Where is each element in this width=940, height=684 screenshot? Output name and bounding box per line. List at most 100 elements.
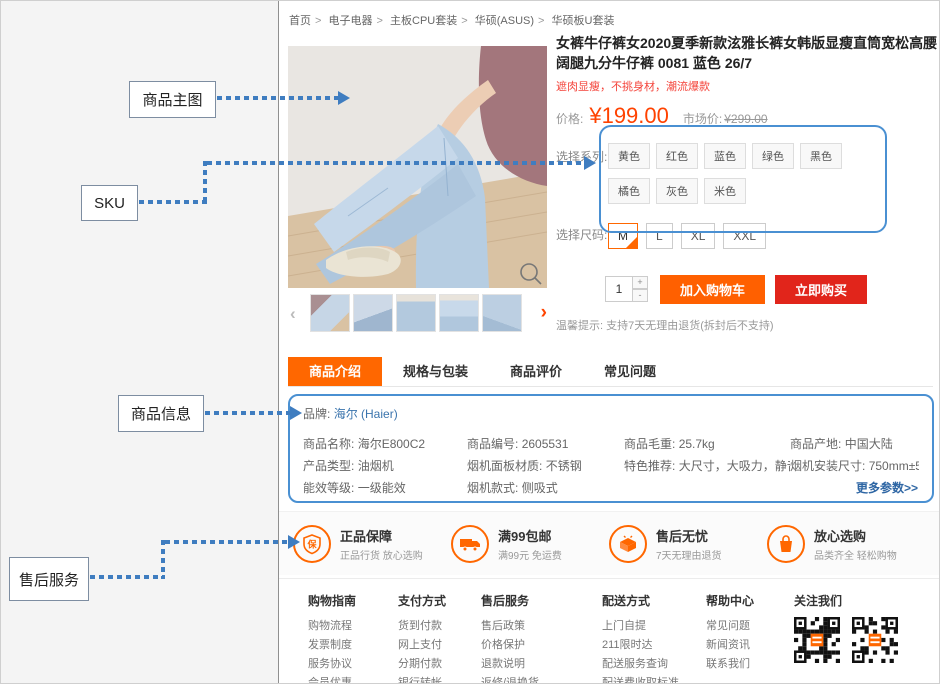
price-label: 价格:	[556, 110, 583, 127]
footer-column-title: 支付方式	[398, 592, 481, 609]
footer-link[interactable]: 会员优惠	[308, 674, 398, 684]
brand-link[interactable]: 海尔 (Haier)	[334, 407, 398, 421]
breadcrumb-item[interactable]: 电子电器	[329, 15, 373, 27]
footer-link[interactable]: 新闻资讯	[706, 636, 794, 655]
footer-link[interactable]: 银行转帐	[398, 674, 481, 684]
footer-column: 售后服务 售后政策价格保护退款说明返修/退换货取消订单	[481, 592, 602, 683]
thumbnail[interactable]	[482, 294, 522, 332]
thumbs-prev-icon[interactable]: ‹	[290, 304, 296, 324]
service-item: 售后无忧7天无理由退货	[609, 525, 767, 563]
series-label: 选择系列:	[556, 143, 608, 204]
quantity-increase-button[interactable]: +	[633, 276, 648, 289]
footer-link[interactable]: 退款说明	[481, 655, 602, 674]
thumbnail[interactable]	[396, 294, 436, 332]
footer-link[interactable]: 联系我们	[706, 655, 794, 674]
warm-tips: 温馨提示: 支持7天无理由退货(拆封后不支持)	[556, 317, 938, 333]
svg-text:保: 保	[306, 538, 317, 549]
footer-link[interactable]: 发票制度	[308, 636, 398, 655]
series-swatch[interactable]: 灰色	[656, 178, 698, 204]
footer-column-title: 配送方式	[602, 592, 706, 609]
breadcrumb-item[interactable]: 华硕板U套装	[552, 15, 615, 27]
breadcrumb-item[interactable]: 首页	[289, 15, 311, 27]
zoom-icon[interactable]	[526, 267, 544, 285]
buy-row: + - 加入购物车 立即购买	[605, 275, 938, 304]
thumbnail[interactable]	[439, 294, 479, 332]
truck-icon	[451, 525, 489, 563]
spec-item: 特色推荐: 大尺寸，大吸力，静音...	[624, 457, 790, 474]
breadcrumb-separator: >	[315, 15, 321, 27]
bag-icon	[767, 525, 805, 563]
size-option[interactable]: M	[608, 223, 638, 249]
qr-code	[794, 617, 840, 663]
model-photo-illustration	[288, 46, 547, 288]
footer-follow-column: 关注我们	[794, 592, 898, 683]
annotation-main-image: 商品主图	[129, 81, 216, 118]
thumbnail[interactable]	[310, 294, 350, 332]
box-icon	[609, 525, 647, 563]
series-swatch[interactable]: 绿色	[752, 143, 794, 169]
size-option[interactable]: XXL	[723, 223, 766, 249]
footer-column-title: 帮助中心	[706, 592, 794, 609]
qr-code	[852, 617, 898, 663]
service-item: 保 正品保障正品行货 放心选购	[293, 525, 451, 563]
series-swatch[interactable]: 红色	[656, 143, 698, 169]
price-value: ¥199.00	[589, 103, 669, 129]
footer-column: 帮助中心 常见问题新闻资讯联系我们	[706, 592, 794, 683]
market-price-value: ¥299.00	[724, 112, 767, 126]
footer-link[interactable]: 配送服务查询	[602, 655, 706, 674]
product-details: 女裤牛仔裤女2020夏季新款泫雅长裤女韩版显瘦直筒宽松高腰阔腿九分牛仔裤 008…	[556, 33, 938, 333]
footer-link[interactable]: 货到付款	[398, 617, 481, 636]
product-main-image[interactable]	[288, 46, 547, 288]
footer-link[interactable]: 服务协议	[308, 655, 398, 674]
footer-link[interactable]: 返修/退换货	[481, 674, 602, 684]
footer-link[interactable]: 211限时达	[602, 636, 706, 655]
detail-tab[interactable]: 常见问题	[583, 357, 677, 386]
footer-link[interactable]: 配送费收取标准	[602, 674, 706, 684]
series-swatch[interactable]: 蓝色	[704, 143, 746, 169]
footer-column-title: 售后服务	[481, 592, 602, 609]
breadcrumb-item[interactable]: 华硕(ASUS)	[475, 15, 534, 27]
footer-link[interactable]: 常见问题	[706, 617, 794, 636]
footer-link[interactable]: 价格保护	[481, 636, 602, 655]
detail-tab[interactable]: 商品介绍	[288, 357, 382, 386]
detail-tab[interactable]: 商品评价	[489, 357, 583, 386]
series-swatch[interactable]: 米色	[704, 178, 746, 204]
footer-link[interactable]: 网上支付	[398, 636, 481, 655]
footer-column: 配送方式 上门自提211限时达配送服务查询配送费收取标准海外配送	[602, 592, 706, 683]
service-desc: 7天无理由退货	[656, 547, 722, 562]
service-desc: 品类齐全 轻松购物	[814, 547, 897, 562]
service-guarantee-strip: 保 正品保障正品行货 放心选购 满99包邮满99元 免运费 售后无忧7天无理由退…	[279, 511, 939, 575]
more-params-link[interactable]: 更多参数>>	[856, 479, 918, 496]
spec-item: 商品编号: 2605531	[467, 435, 624, 452]
size-options: ML XL XXL	[608, 223, 766, 249]
add-to-cart-button[interactable]: 加入购物车	[660, 275, 765, 304]
detail-tab[interactable]: 规格与包装	[382, 357, 489, 386]
series-swatch[interactable]: 橘色	[608, 178, 650, 204]
thumbnail[interactable]	[353, 294, 393, 332]
service-title: 放心选购	[814, 526, 897, 545]
spec-item: 烟机安装尺寸: 750mm±50mm (烟...	[790, 457, 919, 474]
service-item: 满99包邮满99元 免运费	[451, 525, 609, 563]
footer-link[interactable]: 售后政策	[481, 617, 602, 636]
thumbs-next-icon[interactable]: ›	[541, 302, 547, 324]
series-swatch[interactable]: 黄色	[608, 143, 650, 169]
quantity-input[interactable]	[605, 276, 633, 302]
spec-item: 烟机面板材质: 不锈钢	[467, 457, 624, 474]
thumbnail-strip: ‹ ›	[288, 294, 547, 334]
size-label: 选择尺码:	[556, 221, 608, 249]
detail-tabs: 商品介绍规格与包装商品评价常见问题	[288, 357, 933, 387]
brand-label: 品牌:	[303, 407, 330, 421]
breadcrumb-item[interactable]: 主板CPU套装	[390, 15, 457, 27]
footer-link[interactable]: 购物流程	[308, 617, 398, 636]
footer-link[interactable]: 上门自提	[602, 617, 706, 636]
size-option[interactable]: XL	[681, 223, 716, 249]
product-info-box: 品牌: 海尔 (Haier) 商品名称: 海尔E800C2商品编号: 26055…	[288, 394, 934, 503]
series-row: 选择系列: 黄色红色蓝色绿色黑色橘色灰色米色	[556, 143, 938, 204]
quantity-decrease-button[interactable]: -	[633, 289, 648, 302]
selected-corner-icon	[626, 237, 637, 248]
footer-link[interactable]: 分期付款	[398, 655, 481, 674]
series-swatch[interactable]: 黑色	[800, 143, 842, 169]
size-option[interactable]: L	[646, 223, 673, 249]
buy-now-button[interactable]: 立即购买	[775, 275, 867, 304]
spec-item: 商品产地: 中国大陆	[790, 435, 919, 452]
